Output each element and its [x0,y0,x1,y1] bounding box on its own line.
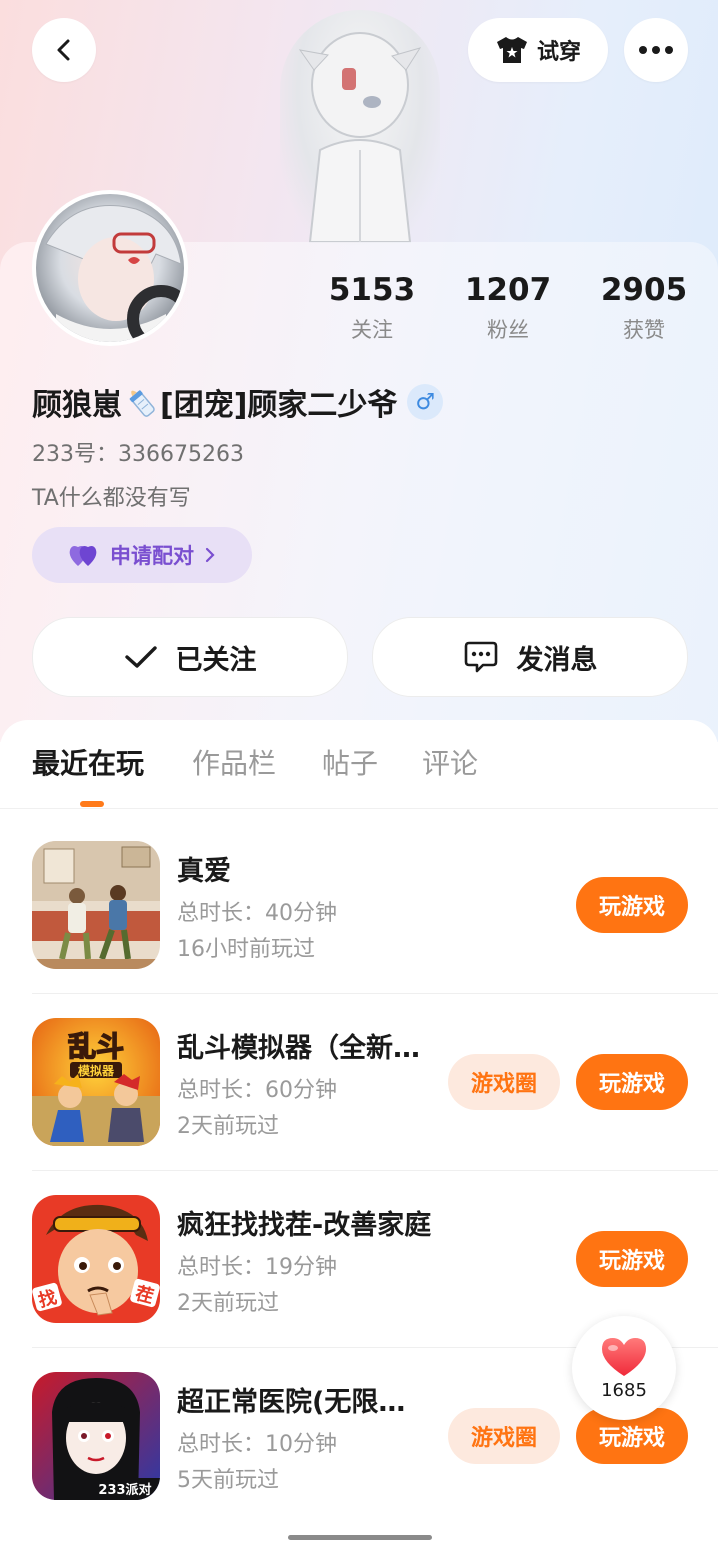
avatar[interactable] [32,190,188,346]
divider [32,993,718,994]
play-game-button[interactable]: 玩游戏 [576,1231,688,1287]
play-game-button[interactable]: 玩游戏 [576,877,688,933]
bio-text: TA什么都没有写 [32,486,191,511]
stat-number: 5153 [328,272,416,308]
username-part2: [团宠]顾家二少爷 [160,388,398,423]
stat-label: 关注 [351,318,393,342]
game-total-time: 总时长：10分钟 [177,1432,337,1457]
game-last-played: 5天前玩过 [177,1468,279,1493]
play-game-button[interactable]: 玩游戏 [576,1054,688,1110]
game-icon-zhenai[interactable] [32,841,160,969]
tab-posts[interactable]: 帖子 [322,742,378,782]
pair-request-button[interactable]: 申请配对 [32,527,252,583]
back-button[interactable] [32,18,96,82]
more-dots-icon [639,46,673,54]
game-total-time: 总时长：40分钟 [177,901,337,926]
tab-bar: 最近在玩 作品栏 帖子 评论 [0,742,718,808]
user-id: 233号：336675263 [32,442,244,467]
stat-label: 获赞 [623,318,665,342]
game-last-played: 2天前玩过 [177,1291,279,1316]
game-icon-luandou[interactable]: 乱斗 模拟器 [32,1018,160,1146]
check-icon [124,646,157,668]
game-icon-badge: 233派对 [98,1482,151,1498]
male-gender-icon: ♂ [407,384,444,420]
game-title: 疯狂找找茬-改善家庭 [177,1210,432,1241]
more-options-button[interactable] [624,18,688,82]
game-icon-text: 乱斗 [68,1030,124,1063]
chevron-right-icon [205,547,215,563]
stat-fans[interactable]: 1207 粉丝 [448,270,568,344]
game-title: 超正常医院(无限… [177,1387,406,1418]
try-on-button[interactable]: 试穿 [468,18,608,82]
like-button[interactable]: 1685 [572,1316,676,1420]
divider [32,1170,718,1171]
like-count: 1685 [601,1379,647,1401]
username: 顾狼崽 [团宠]顾家二少爷 ♂ [32,380,444,424]
game-title: 乱斗模拟器（全新… [177,1033,420,1064]
try-on-label: 试穿 [536,40,581,65]
game-icon-hospital[interactable]: 233派对 [32,1372,160,1500]
home-indicator[interactable] [288,1535,432,1540]
game-last-played: 16小时前玩过 [177,937,315,962]
avatar-3d-figure[interactable] [280,10,440,245]
send-message-label: 发消息 [516,644,598,676]
tab-active-indicator [80,801,104,807]
stat-following[interactable]: 5153 关注 [312,270,432,344]
heart-icon [602,1337,646,1376]
stat-likes[interactable]: 2905 获赞 [584,270,704,344]
double-heart-icon [69,546,97,566]
chevron-left-icon [57,39,70,61]
pair-request-label: 申请配对 [110,544,194,568]
tab-comments[interactable]: 评论 [422,742,478,782]
game-icon-subtext: 模拟器 [78,1063,115,1078]
game-circle-button[interactable]: 游戏圈 [448,1408,560,1464]
stat-number: 1207 [464,272,552,308]
followed-button[interactable]: 已关注 [32,617,348,697]
baby-bottle-icon [129,390,155,417]
followed-label: 已关注 [175,644,257,676]
tab-works[interactable]: 作品栏 [192,742,276,782]
game-circle-button[interactable]: 游戏圈 [448,1054,560,1110]
game-item[interactable]: 乱斗 模拟器 乱斗模拟器（全新… 总时长：60分钟 2天前玩过 游戏圈 玩游戏 [0,1018,718,1195]
stat-number: 2905 [600,272,688,308]
tab-recently-played[interactable]: 最近在玩 [32,742,144,782]
game-icon-zhaozhaocha[interactable]: 找 茬 [32,1195,160,1323]
game-title: 真爱 [177,856,231,887]
game-total-time: 总时长：60分钟 [177,1078,337,1103]
tshirt-icon [496,37,527,63]
game-total-time: 总时长：19分钟 [177,1255,337,1280]
game-item[interactable]: 真爱 总时长：40分钟 16小时前玩过 玩游戏 [0,841,718,1018]
stat-label: 粉丝 [487,318,529,342]
username-part1: 顾狼崽 [32,388,122,423]
send-message-button[interactable]: 发消息 [372,617,688,697]
chat-bubble-icon [464,641,497,673]
game-last-played: 2天前玩过 [177,1114,279,1139]
divider [0,808,718,809]
